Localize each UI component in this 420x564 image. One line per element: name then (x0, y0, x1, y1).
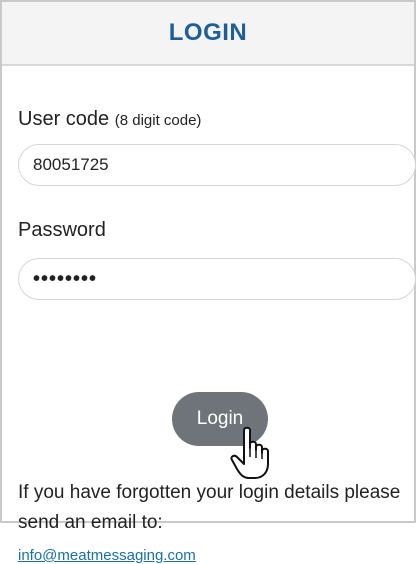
login-header: LOGIN (2, 2, 414, 66)
user-code-input[interactable]: 80051725 (18, 144, 416, 186)
password-value: •••••••• (33, 267, 98, 290)
user-code-value: 80051725 (33, 155, 109, 174)
user-code-hint: (8 digit code) (114, 112, 202, 129)
password-label: Password (18, 219, 106, 241)
support-email-link[interactable]: info@meatmessaging.com (18, 547, 196, 564)
login-panel: LOGIN User code (8 digit code) 80051725 … (0, 0, 416, 564)
user-code-label-text: User code (18, 108, 110, 130)
page-title: LOGIN (168, 19, 248, 46)
user-code-label: User code (8 digit code) (18, 108, 201, 131)
forgot-login-text: If you have forgotten your login details… (18, 482, 401, 533)
hand-pointer-icon (230, 426, 269, 479)
password-input[interactable]: •••••••• (18, 258, 416, 300)
